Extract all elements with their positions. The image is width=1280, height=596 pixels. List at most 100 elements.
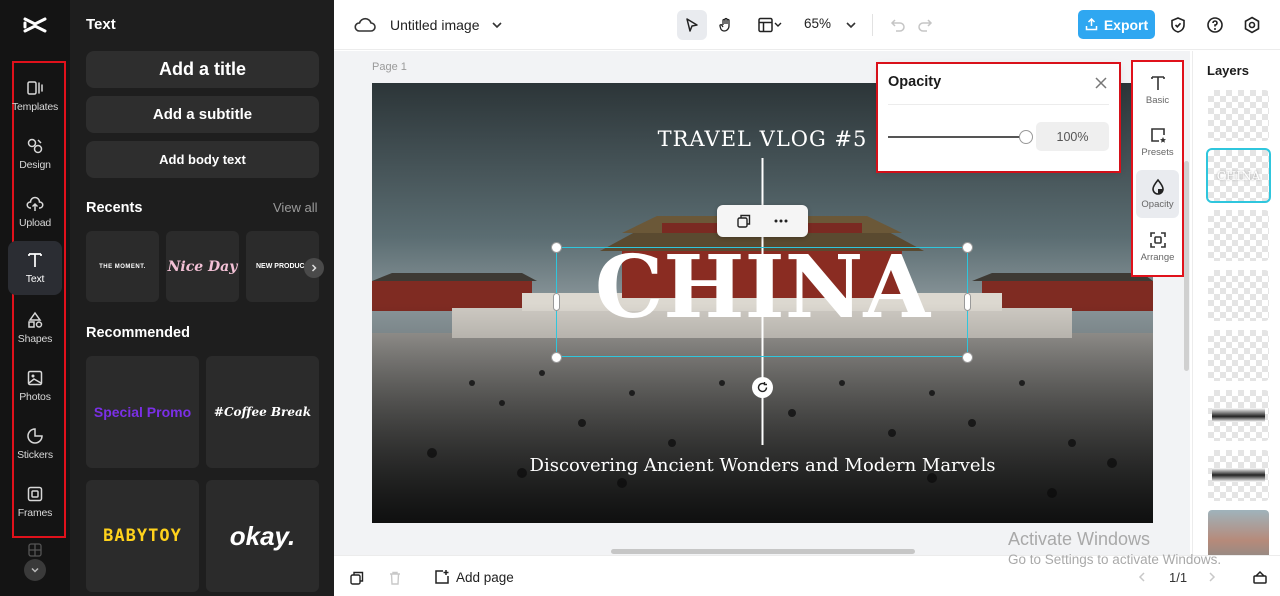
horizontal-scrollbar[interactable] xyxy=(611,549,915,554)
opacity-slider-track[interactable] xyxy=(888,136,1026,138)
view-all-link[interactable]: View all xyxy=(273,200,318,215)
cloud-sync-icon[interactable] xyxy=(354,15,376,35)
popover-body: Opacity 100% xyxy=(878,64,1119,171)
chevron-down-icon[interactable] xyxy=(491,19,503,31)
canvas-subtitle-text[interactable]: Discovering Ancient Wonders and Modern M… xyxy=(372,455,1153,476)
settings-button[interactable] xyxy=(1237,10,1267,40)
layer-thumbnail-selected[interactable]: CHINA xyxy=(1206,148,1271,203)
previous-page-icon[interactable] xyxy=(1136,571,1148,583)
recommended-text-style[interactable]: Special Promo xyxy=(86,356,199,468)
rail-label: Upload xyxy=(18,217,52,229)
popover-divider xyxy=(888,104,1109,105)
hand-tool-button[interactable] xyxy=(711,10,741,40)
recommended-text-style[interactable]: BABYTOY xyxy=(86,480,199,592)
opacity-popover: Opacity 100% xyxy=(876,62,1121,173)
recents-next-button[interactable] xyxy=(304,258,324,278)
add-page-button[interactable]: Add page xyxy=(434,569,514,585)
layer-thumbnail[interactable] xyxy=(1208,210,1269,261)
add-title-button[interactable]: Add a title xyxy=(86,51,319,88)
rail-item-design[interactable]: Design xyxy=(8,127,62,181)
rail-item-frames[interactable]: Frames xyxy=(8,475,62,529)
stickers-icon xyxy=(27,428,43,444)
recommended-text-label: #Coffee Break xyxy=(213,405,312,419)
rail-item-templates[interactable]: Templates xyxy=(8,69,62,123)
properties-tabs: Basic Presets Opacity Arrange xyxy=(1131,60,1184,277)
frames-icon xyxy=(27,486,43,502)
export-button[interactable]: Export xyxy=(1078,10,1155,39)
rail-item-stickers[interactable]: Stickers xyxy=(8,417,62,471)
chevron-down-icon[interactable] xyxy=(845,19,857,31)
resize-handle[interactable] xyxy=(551,352,562,363)
layer-thumbnail[interactable] xyxy=(1208,390,1269,441)
rotate-icon xyxy=(757,382,768,393)
text-basic-icon xyxy=(1150,76,1165,90)
capcut-logo-icon[interactable] xyxy=(22,12,48,38)
rail-item-shapes[interactable]: Shapes xyxy=(8,301,62,355)
tab-opacity[interactable]: Opacity xyxy=(1136,170,1179,218)
windows-activation-title: Activate Windows xyxy=(1008,529,1151,549)
next-page-icon[interactable] xyxy=(1206,571,1218,583)
recommended-text-label: Special Promo xyxy=(93,404,192,420)
design-icon xyxy=(27,138,43,154)
tab-label: Basic xyxy=(1145,95,1170,106)
redo-button[interactable] xyxy=(910,10,940,40)
recent-text-label: THE MOMENT. xyxy=(99,263,146,270)
rotate-handle[interactable] xyxy=(752,377,773,398)
document-name[interactable]: Untitled image xyxy=(390,17,480,33)
gear-icon xyxy=(1244,16,1260,34)
vertical-scrollbar[interactable] xyxy=(1184,161,1189,371)
zoom-level[interactable]: 65% xyxy=(804,16,831,31)
duplicate-icon[interactable] xyxy=(736,213,752,229)
close-icon[interactable] xyxy=(1094,76,1108,90)
recent-text-style[interactable]: Nice Day xyxy=(166,231,239,302)
opacity-slider-thumb[interactable] xyxy=(1019,130,1033,144)
rail-label: Shapes xyxy=(17,333,53,345)
add-page-label: Add page xyxy=(456,569,514,585)
tab-arrange[interactable]: Arrange xyxy=(1136,223,1179,271)
tab-basic[interactable]: Basic xyxy=(1136,66,1179,114)
resize-handle[interactable] xyxy=(964,293,971,311)
layer-gradient-preview xyxy=(1212,408,1265,422)
selection-box[interactable] xyxy=(556,247,968,357)
add-subtitle-button[interactable]: Add a subtitle xyxy=(86,96,319,133)
help-button[interactable] xyxy=(1200,10,1230,40)
page-label: Page 1 xyxy=(372,61,407,73)
tab-label: Opacity xyxy=(1141,199,1174,210)
select-tool-button[interactable] xyxy=(677,10,707,40)
resize-handle[interactable] xyxy=(553,293,560,311)
duplicate-page-icon[interactable] xyxy=(349,570,365,586)
rail-item-photos[interactable]: Photos xyxy=(8,359,62,413)
apps-icon[interactable] xyxy=(28,543,42,557)
cursor-icon xyxy=(686,18,698,32)
help-icon xyxy=(1207,17,1223,33)
trash-icon[interactable] xyxy=(387,570,403,586)
rail-more-button[interactable] xyxy=(24,559,46,581)
resize-handle[interactable] xyxy=(551,242,562,253)
layer-thumbnail[interactable] xyxy=(1208,90,1269,141)
layer-thumbnail[interactable] xyxy=(1208,450,1269,501)
recent-text-style[interactable]: THE MOMENT. xyxy=(86,231,159,302)
presets-icon xyxy=(1150,128,1166,143)
rail-item-upload[interactable]: Upload xyxy=(8,185,62,239)
recommended-text-style[interactable]: #Coffee Break xyxy=(206,356,319,468)
layer-thumbnail[interactable] xyxy=(1208,330,1269,381)
brand-kit-button[interactable] xyxy=(1163,10,1193,40)
undo-button[interactable] xyxy=(883,10,913,40)
opacity-value-input[interactable]: 100% xyxy=(1036,122,1109,151)
recommended-text-style[interactable]: okay. xyxy=(206,480,319,592)
resize-handle[interactable] xyxy=(962,352,973,363)
shield-check-icon xyxy=(1171,17,1185,33)
templates-icon xyxy=(27,81,43,95)
more-options-icon[interactable] xyxy=(773,213,789,229)
recommended-text-label: BABYTOY xyxy=(103,526,182,546)
export-icon xyxy=(1085,18,1098,31)
layout-tool-button[interactable] xyxy=(750,10,790,40)
upload-icon xyxy=(26,196,44,211)
tab-presets[interactable]: Presets xyxy=(1136,118,1179,166)
page-manager-icon[interactable] xyxy=(1252,569,1268,585)
resize-handle[interactable] xyxy=(962,242,973,253)
add-body-text-button[interactable]: Add body text xyxy=(86,141,319,178)
rail-item-text[interactable]: Text xyxy=(8,241,62,295)
chevron-right-icon xyxy=(311,264,317,272)
layer-thumbnail[interactable] xyxy=(1208,270,1269,321)
